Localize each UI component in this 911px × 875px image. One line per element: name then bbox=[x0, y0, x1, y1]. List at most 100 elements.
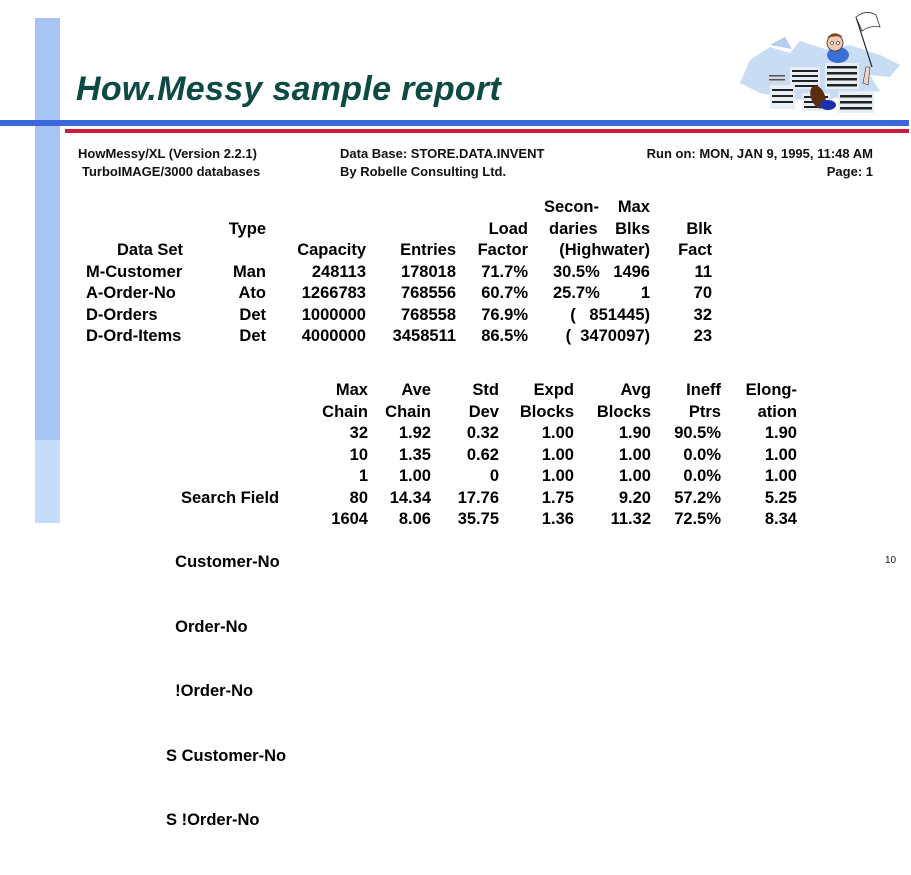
table-cell: 0.32 bbox=[466, 424, 499, 442]
table-cell: 8.06 bbox=[398, 510, 431, 528]
column-header: Search Field bbox=[181, 488, 280, 507]
product-version: HowMessy/XL (Version 2.2.1) bbox=[78, 146, 257, 161]
column-ineff-ptrs: Ineff Ptrs 90.5% 0.0% 0.0% 57.2% 72.5% bbox=[660, 380, 721, 531]
column-header bbox=[166, 423, 306, 445]
column-header bbox=[210, 240, 266, 262]
table-cell: 90.5% bbox=[674, 424, 721, 442]
table-cell: 1.00 bbox=[541, 467, 574, 485]
column-header: Std bbox=[472, 381, 499, 399]
table-cell: 1.00 bbox=[541, 424, 574, 442]
table-cell: A-Order-No bbox=[86, 284, 176, 302]
column-max-chain: Max Chain 32 10 1 80 1604 bbox=[308, 380, 368, 531]
table-cell: Ato bbox=[238, 284, 267, 302]
table-cell: 60.7% bbox=[481, 284, 528, 302]
table-cell: 178018 bbox=[400, 262, 456, 281]
table-cell: 0.0% bbox=[683, 445, 721, 464]
column-header: Ave bbox=[401, 381, 431, 399]
table-cell: 10 bbox=[349, 445, 368, 464]
table-cell: 0.0% bbox=[683, 467, 721, 485]
table-cell: 1604 bbox=[331, 510, 368, 528]
column-header: Elong- bbox=[745, 381, 797, 399]
table-cell: 14.34 bbox=[389, 488, 431, 507]
table-cell: !Order-No bbox=[166, 682, 254, 700]
column-header: Capacity bbox=[297, 241, 366, 259]
table-cell: 1.35 bbox=[398, 445, 431, 464]
column-header bbox=[210, 197, 266, 219]
vendor-name: By Robelle Consulting Ltd. bbox=[340, 164, 507, 179]
table-cell bbox=[600, 305, 650, 327]
table-cell: 1 bbox=[640, 284, 650, 302]
column-elongation: Elong- ation 1.90 1.00 1.00 5.25 8.34 bbox=[730, 380, 797, 531]
table-cell: 1.75 bbox=[541, 488, 574, 507]
column-header: Ptrs bbox=[688, 402, 721, 421]
table-cell: 1266783 bbox=[301, 284, 366, 302]
table-cell: 1.92 bbox=[398, 424, 431, 442]
table-cell: 9.20 bbox=[618, 488, 651, 507]
column-avg-blocks: Avg Blocks 1.90 1.00 1.00 9.20 11.32 bbox=[580, 380, 651, 531]
table-cell: 1.90 bbox=[764, 424, 797, 442]
table-cell: 1.36 bbox=[541, 510, 574, 528]
column-load-factor: Load Factor 71.7% 60.7% 76.9% 86.5% bbox=[460, 197, 528, 348]
column-blk-fact: Blk Fact 11 70 32 23 bbox=[660, 197, 712, 348]
column-header: Max bbox=[617, 198, 650, 216]
column-header: Chain bbox=[385, 402, 431, 421]
column-header bbox=[370, 219, 456, 241]
slide-title: How.Messy sample report bbox=[76, 70, 502, 108]
table-cell: 1.00 bbox=[398, 467, 431, 485]
table-cell: 57.2% bbox=[674, 488, 721, 507]
column-search-field: Search Field Customer-No Order-No !Order… bbox=[166, 380, 306, 875]
column-header: Chain bbox=[322, 402, 368, 421]
table-cell: 17.76 bbox=[457, 488, 499, 507]
title-rule-red bbox=[65, 129, 909, 133]
table-cell: 72.5% bbox=[674, 510, 721, 528]
column-std-dev: Std Dev 0.32 0.62 0 17.76 35.75 bbox=[440, 380, 499, 531]
table-cell: 11 bbox=[694, 262, 712, 281]
column-header bbox=[600, 240, 650, 262]
column-header: Factor bbox=[477, 241, 528, 259]
table-cell: 70 bbox=[693, 284, 712, 302]
table-cell: 1496 bbox=[613, 262, 650, 281]
column-header bbox=[460, 197, 528, 219]
table-cell: 32 bbox=[349, 424, 368, 442]
column-header: Dev bbox=[468, 402, 499, 421]
run-timestamp: Run on: MON, JAN 9, 1995, 11:48 AM bbox=[646, 146, 873, 161]
table-cell: 80 bbox=[349, 488, 368, 507]
table-cell: M-Customer bbox=[86, 262, 183, 281]
table-cell: 1.00 bbox=[764, 467, 797, 485]
column-header: Blocks bbox=[596, 402, 651, 421]
title-rule-blue bbox=[0, 120, 909, 126]
table-cell: 1.00 bbox=[618, 467, 651, 485]
table-cell: Customer-No bbox=[166, 553, 280, 571]
column-header: Blocks bbox=[519, 402, 574, 421]
table-cell: 8.34 bbox=[764, 510, 797, 528]
table-cell: 248113 bbox=[311, 262, 366, 281]
column-header bbox=[370, 197, 456, 219]
table-cell: 23 bbox=[693, 327, 712, 345]
column-expd-blocks: Expd Blocks 1.00 1.00 1.00 1.75 1.36 bbox=[505, 380, 574, 531]
database-name: Data Base: STORE.DATA.INVENT bbox=[340, 146, 545, 161]
table-cell: 768556 bbox=[400, 284, 456, 302]
table-cell: 32 bbox=[693, 305, 712, 324]
table-cell: Man bbox=[233, 262, 266, 281]
table-cell: 1.00 bbox=[541, 445, 574, 464]
table-cell: 1 bbox=[358, 467, 368, 485]
column-dataset-values: M-Customer A-Order-No D-Orders D-Ord-Ite… bbox=[86, 262, 216, 348]
table-cell: D-Orders bbox=[86, 305, 158, 324]
table-cell: 4000000 bbox=[301, 327, 366, 345]
column-header bbox=[660, 197, 712, 219]
table-cell bbox=[600, 326, 650, 348]
column-max-blks: Max Blks 1496 1 bbox=[600, 197, 650, 348]
table-cell: S Customer-No bbox=[166, 746, 287, 765]
column-header: Fact bbox=[678, 241, 712, 259]
table-cell: S !Order-No bbox=[166, 811, 260, 829]
table-cell: 0 bbox=[489, 467, 499, 485]
column-header: Entries bbox=[400, 241, 456, 259]
slide-number: 10 bbox=[885, 555, 897, 566]
table-cell: 1.00 bbox=[764, 445, 797, 464]
column-header: Max bbox=[335, 381, 368, 399]
column-header: Blk bbox=[686, 219, 712, 238]
table-cell: Order-No bbox=[166, 617, 248, 636]
surrender-flag-clipart-icon bbox=[740, 12, 900, 113]
column-header: Data Set bbox=[116, 241, 184, 259]
table-cell: 5.25 bbox=[764, 488, 797, 507]
